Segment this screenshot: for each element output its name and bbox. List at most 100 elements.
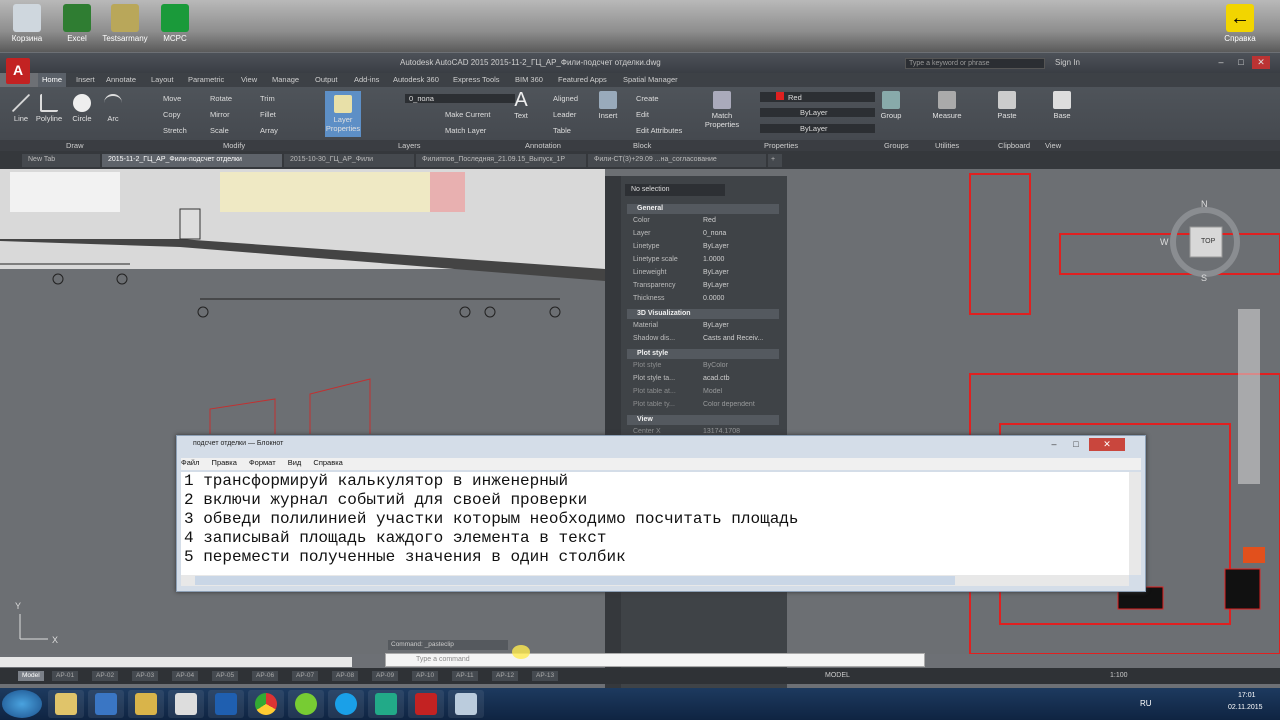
panel-properties[interactable]: Properties	[764, 141, 798, 150]
notepad-close-button[interactable]: ✕	[1089, 438, 1125, 451]
tab-bim-360[interactable]: BIM 360	[515, 75, 543, 84]
copy-button[interactable]: Copy	[163, 110, 181, 119]
prop-row[interactable]: Plot table ty... Color dependent	[633, 401, 755, 408]
tab-spatial-manager[interactable]: Spatial Manager	[623, 75, 678, 84]
layout-tab[interactable]: АР-09	[372, 671, 399, 681]
layer-dropdown[interactable]: 0_пола	[405, 94, 515, 103]
create-block-button[interactable]: Create	[636, 94, 659, 103]
leader-button[interactable]: Leader	[553, 110, 576, 119]
measure-button[interactable]: Measure	[930, 91, 964, 120]
arc-button[interactable]: Arc	[102, 94, 124, 123]
desktop-icon-help[interactable]: ← Справка	[1215, 4, 1265, 43]
layout-tab[interactable]: АР-06	[252, 671, 279, 681]
insert-block-button[interactable]: Insert	[596, 91, 620, 120]
panel-view[interactable]: View	[1045, 141, 1061, 150]
panel-draw[interactable]: Draw	[66, 141, 84, 150]
layer-properties-button[interactable]: Layer Properties	[325, 91, 361, 137]
match-layer-button[interactable]: Match Layer	[445, 126, 486, 135]
panel-block[interactable]: Block	[633, 141, 651, 150]
taskbar-notepad[interactable]	[448, 690, 484, 718]
panel-annotation[interactable]: Annotation	[525, 141, 561, 150]
desktop-icon-recycle-bin[interactable]: Корзина	[2, 4, 52, 43]
tab-manage[interactable]: Manage	[272, 75, 299, 84]
prop-row[interactable]: Shadow dis... Casts and Receiv...	[633, 335, 763, 342]
panel-utilities[interactable]: Utilities	[935, 141, 959, 150]
new-tab-plus-icon[interactable]: +	[768, 154, 782, 167]
prop-row[interactable]: Plot style ByColor	[633, 362, 728, 369]
base-button[interactable]: Base	[1050, 91, 1074, 120]
notepad-horizontal-scrollbar[interactable]	[181, 575, 1129, 586]
model-space-toggle[interactable]: MODEL	[825, 672, 850, 679]
layout-tab[interactable]: АР-08	[332, 671, 359, 681]
doc-tab-3[interactable]: Филиппов_Последняя_21.09.15_Выпуск_1Р	[416, 154, 586, 167]
prop-row[interactable]: Layer 0_пола	[633, 230, 726, 237]
app-logo[interactable]: A	[6, 58, 30, 84]
polyline-button[interactable]: Polyline	[34, 94, 64, 123]
table-button[interactable]: Table	[553, 126, 571, 135]
tab-insert[interactable]: Insert	[76, 75, 95, 84]
layout-tab[interactable]: АР-01	[52, 671, 79, 681]
tab-home[interactable]: Home	[38, 73, 67, 87]
menu-help[interactable]: Справка	[313, 458, 342, 467]
panel-modify[interactable]: Modify	[223, 141, 245, 150]
doc-tab-4[interactable]: Фили-СТ(3)+29.09 ...на_согласование	[588, 154, 766, 167]
layout-tab[interactable]: АР-11	[452, 671, 478, 681]
panel-clipboard[interactable]: Clipboard	[998, 141, 1030, 150]
circle-button[interactable]: Circle	[70, 94, 94, 123]
taskbar-folder[interactable]	[128, 690, 164, 718]
notepad-maximize-button[interactable]: □	[1067, 438, 1085, 451]
desktop-icon-excel[interactable]: Excel	[52, 4, 102, 43]
prop-row[interactable]: Material ByLayer	[633, 322, 729, 329]
layout-tab[interactable]: АР-02	[92, 671, 119, 681]
taskbar-media[interactable]	[168, 690, 204, 718]
rotate-button[interactable]: Rotate	[210, 94, 232, 103]
prop-row[interactable]: Thickness 0.0000	[633, 295, 724, 302]
doc-tab-active[interactable]: 2015-11-2_ГЦ_АР_Фили-подсчет отделки	[102, 154, 282, 167]
edit-attributes-button[interactable]: Edit Attributes	[636, 126, 682, 135]
trim-button[interactable]: Trim	[260, 94, 275, 103]
linetype-dropdown[interactable]: ByLayer	[760, 108, 875, 117]
notepad-vertical-scrollbar[interactable]	[1129, 472, 1141, 575]
taskbar-utorrent[interactable]	[288, 690, 324, 718]
viewcube-top-label[interactable]: TOP	[1201, 238, 1215, 245]
taskbar-media-player[interactable]	[88, 690, 124, 718]
section-general[interactable]: General	[627, 204, 779, 214]
desktop-icon-accessibility[interactable]: MCPC	[150, 4, 200, 43]
search-input[interactable]: Type a keyword or phrase	[905, 58, 1045, 69]
prop-row[interactable]: Linetype scale 1.0000	[633, 256, 724, 263]
viewcube-south[interactable]: S	[1201, 273, 1207, 283]
scale-button[interactable]: Scale	[210, 126, 229, 135]
layout-tab[interactable]: АР-05	[212, 671, 239, 681]
menu-edit[interactable]: Правка	[212, 458, 237, 467]
menu-format[interactable]: Формат	[249, 458, 276, 467]
menu-view[interactable]: Вид	[288, 458, 302, 467]
array-button[interactable]: Array	[260, 126, 278, 135]
taskbar-app[interactable]	[368, 690, 404, 718]
panel-layers[interactable]: Layers	[398, 141, 421, 150]
tab-annotate[interactable]: Annotate	[106, 75, 136, 84]
tab-featured-apps[interactable]: Featured Apps	[558, 75, 607, 84]
edit-block-button[interactable]: Edit	[636, 110, 649, 119]
paste-button[interactable]: Paste	[995, 91, 1019, 120]
tab-layout[interactable]: Layout	[151, 75, 174, 84]
prop-row[interactable]: Transparency ByLayer	[633, 282, 729, 289]
desktop-icon-archive[interactable]: Testsarmany	[100, 4, 150, 43]
prop-row[interactable]: Plot style ta... acad.ctb	[633, 375, 729, 382]
stretch-button[interactable]: Stretch	[163, 126, 187, 135]
make-current-button[interactable]: Make Current	[445, 110, 490, 119]
layout-tab[interactable]: АР-10	[412, 671, 439, 681]
annotation-scale[interactable]: 1:100	[1110, 672, 1128, 679]
tab-parametric[interactable]: Parametric	[188, 75, 224, 84]
taskbar-chrome[interactable]	[248, 690, 284, 718]
scroll-thumb[interactable]	[195, 576, 955, 585]
notepad-minimize-button[interactable]: –	[1045, 438, 1063, 451]
layout-tab[interactable]: АР-13	[532, 671, 559, 681]
prop-row[interactable]: Linetype ByLayer	[633, 243, 729, 250]
viewcube-west[interactable]: W	[1160, 237, 1169, 247]
tab-view[interactable]: View	[241, 75, 257, 84]
taskbar-outlook[interactable]	[208, 690, 244, 718]
aligned-dim-button[interactable]: Aligned	[553, 94, 578, 103]
group-button[interactable]: Group	[878, 91, 904, 120]
layout-tab[interactable]: АР-03	[132, 671, 159, 681]
section-plot-style[interactable]: Plot style	[627, 349, 779, 359]
